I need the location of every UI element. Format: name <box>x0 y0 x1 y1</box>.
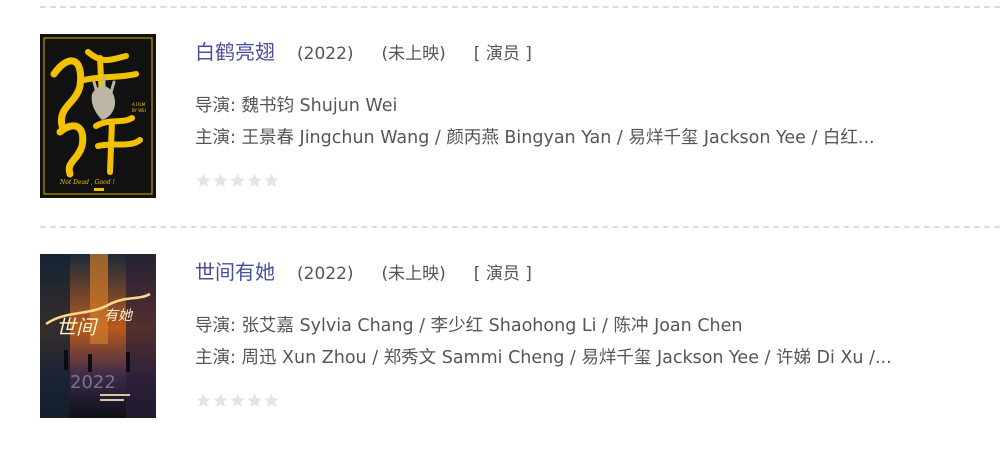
movie-item: 世间 有她 2022 世间有她 (2022) (未上映) [ 演员 ] 导演: 张艾嘉… <box>0 254 1000 454</box>
director-names: 张艾嘉 Sylvia Chang / 李少红 Shaohong Li / 陈冲 … <box>241 316 743 336</box>
cast-label: 主演: <box>195 348 242 368</box>
top-divider <box>40 6 1000 8</box>
star-empty-icon <box>195 392 212 409</box>
movie-title-line: 白鹤亮翅 (2022) (未上映) [ 演员 ] <box>195 38 532 66</box>
movie-role: [ 演员 ] <box>473 264 532 284</box>
rating-stars <box>195 172 280 192</box>
svg-text:世间: 世间 <box>56 315 99 339</box>
movie-item: A FILM BY WEI Not Dead , Good ! 白鹤亮翅 (202… <box>0 34 1000 234</box>
director-line: 导演: 魏书钧 Shujun Wei <box>195 92 397 117</box>
star-empty-icon <box>212 392 229 409</box>
cast-line: 主演: 王景春 Jingchun Wang / 颜丙燕 Bingyan Yan … <box>195 124 875 149</box>
star-empty-icon <box>229 172 246 189</box>
svg-text:BY WEI: BY WEI <box>132 108 146 113</box>
movie-divider <box>40 226 1000 228</box>
movie-year: (2022) <box>297 44 354 64</box>
rating-stars <box>195 392 280 412</box>
director-line: 导演: 张艾嘉 Sylvia Chang / 李少红 Shaohong Li /… <box>195 312 742 337</box>
movie-title-line: 世间有她 (2022) (未上映) [ 演员 ] <box>195 258 532 286</box>
svg-text:2022: 2022 <box>70 372 116 393</box>
star-empty-icon <box>246 172 263 189</box>
cast-line: 主演: 周迅 Xun Zhou / 郑秀文 Sammi Cheng / 易烊千玺… <box>195 344 892 369</box>
svg-text:Not Dead , Good !: Not Dead , Good ! <box>59 179 115 186</box>
star-empty-icon <box>212 172 229 189</box>
star-empty-icon <box>195 172 212 189</box>
movie-poster-shijianyouta-icon: 世间 有她 2022 <box>40 254 156 418</box>
movie-status: (未上映) <box>381 44 446 64</box>
cast-names: 王景春 Jingchun Wang / 颜丙燕 Bingyan Yan / 易烊… <box>241 128 875 148</box>
star-empty-icon <box>263 392 280 409</box>
cast-names: 周迅 Xun Zhou / 郑秀文 Sammi Cheng / 易烊千玺 Jac… <box>241 348 892 368</box>
movie-poster-baiheliangchi-icon: A FILM BY WEI Not Dead , Good ! <box>40 34 156 198</box>
svg-text:A FILM: A FILM <box>132 102 146 107</box>
movie-role: [ 演员 ] <box>473 44 532 64</box>
director-label: 导演: <box>195 316 242 336</box>
movie-poster[interactable]: A FILM BY WEI Not Dead , Good ! <box>40 34 156 198</box>
star-empty-icon <box>263 172 280 189</box>
movie-year: (2022) <box>297 264 354 284</box>
star-empty-icon <box>229 392 246 409</box>
movie-status: (未上映) <box>381 264 446 284</box>
movie-poster[interactable]: 世间 有她 2022 <box>40 254 156 418</box>
movie-title-link[interactable]: 白鹤亮翅 <box>195 40 275 64</box>
movie-title-link[interactable]: 世间有她 <box>195 260 275 284</box>
star-empty-icon <box>246 392 263 409</box>
director-label: 导演: <box>195 96 242 116</box>
cast-label: 主演: <box>195 128 242 148</box>
director-names: 魏书钧 Shujun Wei <box>241 96 398 116</box>
svg-text:有她: 有她 <box>104 308 134 324</box>
